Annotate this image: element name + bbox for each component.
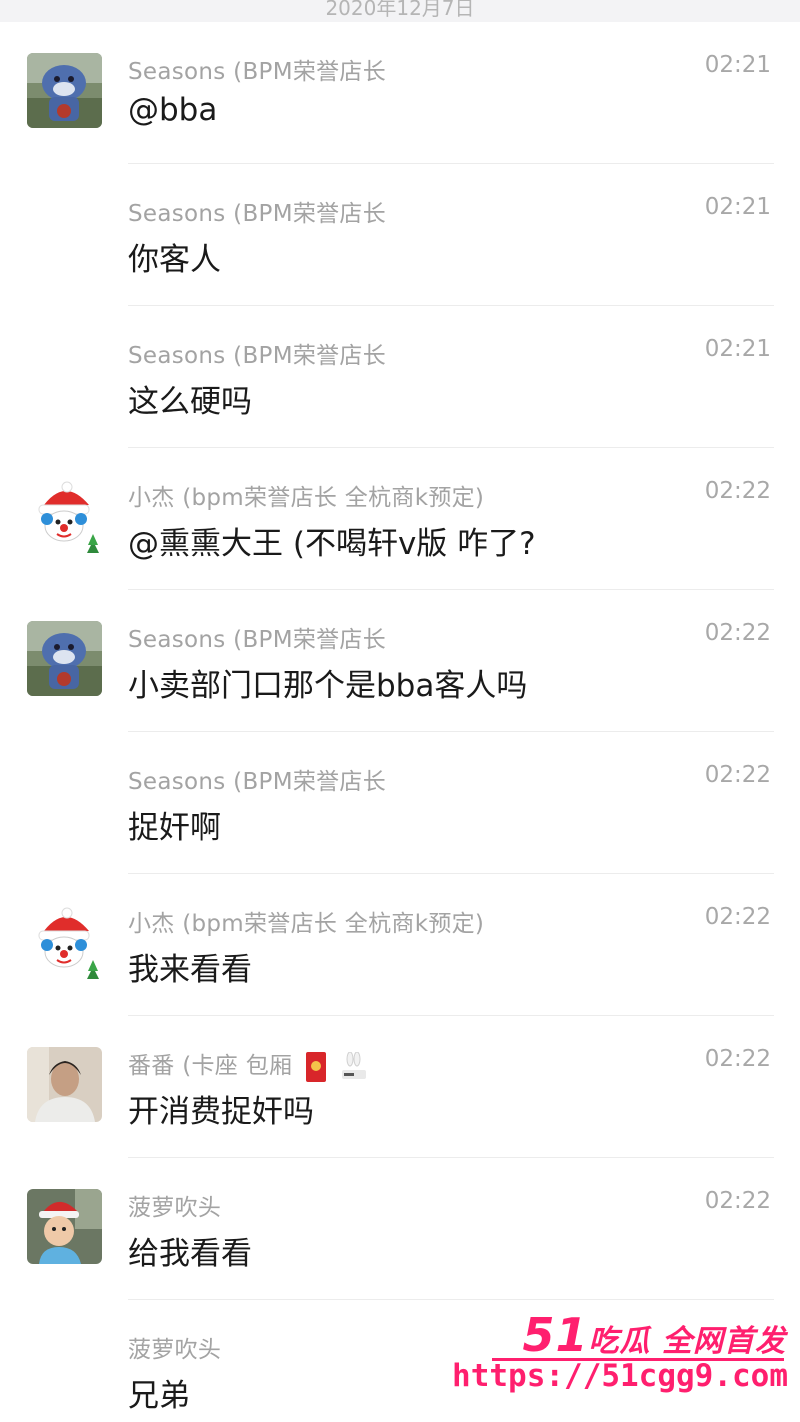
- sender-name: 菠萝吹头: [128, 1337, 222, 1363]
- message-row[interactable]: Seasons (BPM荣誉店长 02:21 你客人: [0, 164, 800, 306]
- message-row[interactable]: Seasons (BPM荣誉店长 02:21 @bba: [0, 22, 800, 164]
- message-row[interactable]: Seasons (BPM荣誉店长 02:21 这么硬吗: [0, 306, 800, 448]
- message-row[interactable]: Seasons (BPM荣誉店长 02:22 捉奸啊: [0, 732, 800, 874]
- avatar[interactable]: [27, 905, 102, 980]
- watermark-number: 51: [522, 1308, 589, 1362]
- message-text: 我来看看: [128, 952, 252, 988]
- sender-name: Seasons (BPM荣誉店长: [128, 59, 387, 85]
- message-text: @bba: [128, 92, 218, 128]
- sender-name: Seasons (BPM荣誉店长: [128, 343, 387, 369]
- sender-name: 菠萝吹头: [128, 1195, 222, 1221]
- message-time: 02:21: [704, 52, 771, 78]
- message-time: 02:22: [704, 620, 771, 646]
- avatar[interactable]: [27, 479, 102, 554]
- avatar[interactable]: [27, 621, 102, 696]
- message-time: 02:21: [704, 194, 771, 220]
- message-text: 给我看看: [128, 1236, 252, 1272]
- santa-clown-icon: [27, 905, 102, 980]
- message-row[interactable]: 小杰 (bpm荣誉店长 全杭商k预定) 02:22 @熏熏大王 (不喝轩v版 咋…: [0, 448, 800, 590]
- watermark-title-rest: 吃瓜 全网首发: [588, 1324, 786, 1359]
- sender-name: Seasons (BPM荣誉店长: [128, 627, 387, 653]
- avatar[interactable]: [27, 1189, 102, 1264]
- red-envelope-icon: [306, 1051, 327, 1082]
- sender-badges: [306, 1051, 368, 1082]
- person-photo-icon: [27, 1047, 102, 1122]
- message-time: 02:21: [704, 336, 771, 362]
- message-text: 捉奸啊: [128, 810, 221, 846]
- blue-mascot-icon: [27, 621, 102, 696]
- message-time: 02:22: [704, 762, 771, 788]
- watermark-url: https://51cgg9.com: [452, 1358, 788, 1394]
- sender-name: 小杰 (bpm荣誉店长 全杭商k预定): [128, 911, 485, 937]
- blue-mascot-icon: [27, 53, 102, 128]
- child-santa-photo-icon: [27, 1189, 102, 1264]
- date-header: 2020年12月7日: [0, 0, 800, 22]
- watermark-title: 51吃瓜 全网首发: [523, 1308, 786, 1362]
- message-time: 02:22: [704, 478, 771, 504]
- message-text: 这么硬吗: [128, 384, 252, 420]
- message-text: @熏熏大王 (不喝轩v版 咋了?: [128, 526, 536, 562]
- avatar[interactable]: [27, 53, 102, 128]
- message-list[interactable]: Seasons (BPM荣誉店长 02:21 @bba Seasons (BPM…: [0, 22, 800, 1422]
- message-row[interactable]: 菠萝吹头 02:22 给我看看: [0, 1158, 800, 1300]
- sender-name-text: 番番 (卡座 包厢: [128, 1053, 293, 1079]
- message-time: 02:22: [704, 904, 771, 930]
- message-row[interactable]: 番番 (卡座 包厢 02:22 开消费捉奸吗: [0, 1016, 800, 1158]
- message-time: 02:22: [704, 1188, 771, 1214]
- sender-name: Seasons (BPM荣誉店长: [128, 769, 387, 795]
- message-row[interactable]: 小杰 (bpm荣誉店长 全杭商k预定) 02:22 我来看看: [0, 874, 800, 1016]
- message-row[interactable]: Seasons (BPM荣誉店长 02:22 小卖部门口那个是bba客人吗: [0, 590, 800, 732]
- santa-clown-icon: [27, 479, 102, 554]
- message-text: 兄弟: [128, 1378, 190, 1414]
- message-text: 小卖部门口那个是bba客人吗: [128, 668, 528, 704]
- sender-name: 番番 (卡座 包厢: [128, 1046, 368, 1082]
- sender-name: 小杰 (bpm荣誉店长 全杭商k预定): [128, 485, 485, 511]
- sender-name: Seasons (BPM荣誉店长: [128, 201, 387, 227]
- avatar[interactable]: [27, 1047, 102, 1122]
- message-time: 02:22: [704, 1046, 771, 1072]
- watermark: 51吃瓜 全网首发 https://51cgg9.com: [452, 1308, 792, 1408]
- message-text: 你客人: [128, 242, 221, 278]
- date-header-text: 2020年12月7日: [325, 0, 475, 20]
- bunny-icon: [340, 1051, 368, 1082]
- message-text: 开消费捉奸吗: [128, 1094, 314, 1130]
